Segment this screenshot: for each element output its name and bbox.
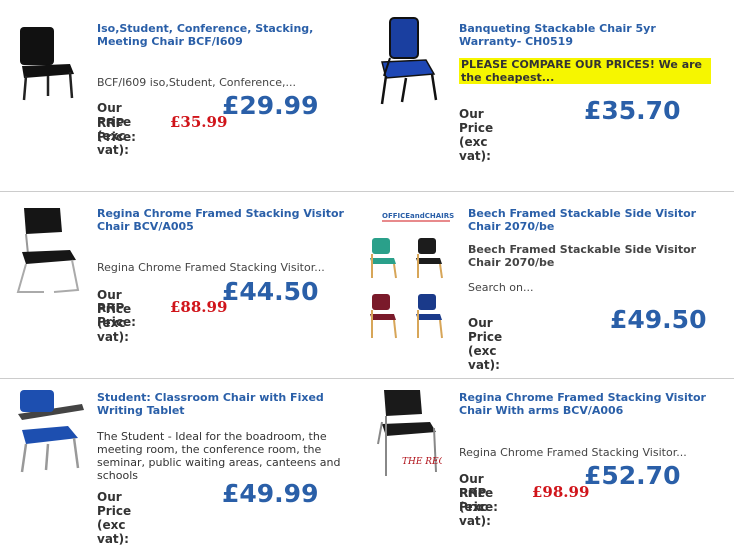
price-3: £44.50 <box>222 277 319 306</box>
product-title-2[interactable]: Banqueting Stackable Chair 5yr Warranty-… <box>459 22 719 48</box>
rrp-3: £88.99 <box>170 298 228 316</box>
rrp-1: £35.99 <box>170 113 228 131</box>
price-label-4: Our Price (exc vat): <box>468 316 503 372</box>
price-6: £52.70 <box>584 461 681 490</box>
row-divider-1 <box>0 191 734 192</box>
rrp-label-6: RRP Price: <box>459 486 498 514</box>
product-title-1[interactable]: Iso,Student, Conference, Stacking, Meeti… <box>97 22 357 48</box>
product-title-3[interactable]: Regina Chrome Framed Stacking Visitor Ch… <box>97 207 357 233</box>
product-description-1: BCF/I609 iso,Student, Conference,... <box>97 76 296 89</box>
compare-prices-banner: PLEASE COMPARE OUR PRICES! We are the ch… <box>459 58 711 84</box>
svg-text:OFFICEandCHAIRS: OFFICEandCHAIRS <box>382 212 454 220</box>
product-image-6[interactable]: THE REGINA <box>376 388 464 484</box>
product-description-6: Regina Chrome Framed Stacking Visitor... <box>459 446 687 459</box>
product-image-3[interactable] <box>14 206 82 296</box>
price-label-5: Our Price (exc vat): <box>97 490 132 546</box>
product-title-6[interactable]: Regina Chrome Framed Stacking Visitor Ch… <box>459 391 724 417</box>
product-image-2[interactable] <box>376 16 442 106</box>
product-image-4[interactable]: OFFICEandCHAIRS <box>362 206 458 346</box>
row-divider-2 <box>0 378 734 379</box>
rrp-label-3: RRP Price: <box>97 301 136 329</box>
rrp-label-1: RRP Price: <box>97 116 136 144</box>
price-2: £35.70 <box>584 96 681 125</box>
regina-image-text: THE REGINA <box>402 457 442 467</box>
product-description-3: Regina Chrome Framed Stacking Visitor... <box>97 261 325 274</box>
product-description-4: Search on... <box>468 281 534 294</box>
price-5: £49.99 <box>222 479 319 508</box>
price-1: £29.99 <box>222 91 319 120</box>
rrp-6: £98.99 <box>532 483 590 501</box>
officeandchairs-logo: OFFICEandCHAIRS <box>382 212 454 222</box>
price-label-2: Our Price (exc vat): <box>459 107 494 163</box>
product-image-5[interactable] <box>12 386 96 474</box>
product-description-5: The Student - Ideal for the boadroom, th… <box>97 430 341 482</box>
product-title-4[interactable]: Beech Framed Stackable Side Visitor Chai… <box>468 207 728 233</box>
product-title-5[interactable]: Student: Classroom Chair with Fixed Writ… <box>97 391 357 417</box>
price-4: £49.50 <box>610 305 707 334</box>
product-subtitle-4: Beech Framed Stackable Side Visitor Chai… <box>468 243 697 269</box>
product-image-1[interactable] <box>14 22 78 102</box>
